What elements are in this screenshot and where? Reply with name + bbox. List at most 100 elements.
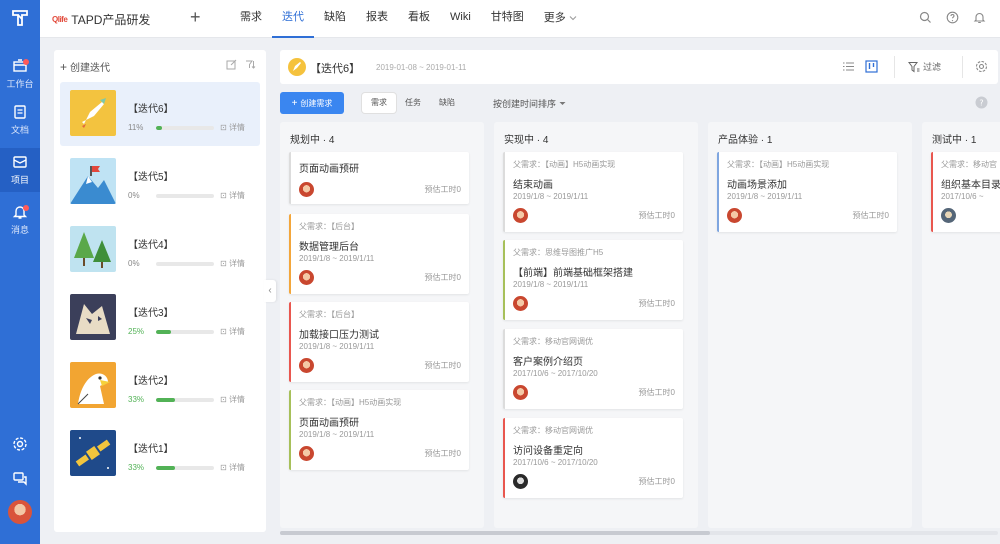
iteration-card[interactable]: 【迭代4】 0% ⊡ 详情 [60, 218, 260, 282]
task-card[interactable]: 父需求：【后台】 数据管理后台 2019/1/8 ~ 2019/1/11 预估工… [289, 214, 469, 294]
rail-item-project[interactable]: 项目 [0, 148, 40, 192]
user-avatar [8, 500, 32, 524]
board-view-icon[interactable] [865, 60, 878, 73]
task-dates: 2017/10/6 ~ [941, 192, 984, 201]
chevron-down-icon [569, 16, 577, 21]
list-view-icon[interactable] [842, 60, 855, 73]
task-parent: 父需求：思维导图推广H5 [513, 248, 604, 257]
iteration-card[interactable]: 【迭代2】 33% ⊡ 详情 [60, 354, 260, 418]
nav-more-label: 更多 [543, 12, 566, 24]
filter-sort-icon[interactable] [245, 59, 256, 70]
tab-bugs[interactable]: 缺陷 [430, 93, 464, 113]
iteration-detail-link[interactable]: ⊡ 详情 [220, 394, 245, 405]
project-switcher[interactable]: Qlife TAPD产品研发 [52, 11, 150, 28]
left-rail: 工作台 文档 项目 消息 [0, 0, 40, 544]
task-estimate: 预估工时0 [424, 449, 461, 458]
iteration-progress-text: 11% [128, 123, 144, 132]
rail-settings[interactable] [0, 436, 40, 452]
collapse-panel-button[interactable]: ‹ [264, 280, 276, 302]
task-title: 动画场景添加 [727, 180, 787, 191]
column-planning: 规划中 · 4 页面动画预研 预估工时0 父需求：【后台】 数据管理后台 201… [280, 122, 484, 528]
assignee-avatar [513, 385, 528, 400]
top-right-icons [919, 11, 986, 24]
iteration-progress-text: 25% [128, 327, 145, 336]
iteration-card[interactable]: 【迭代3】 25% ⊡ 详情 [60, 286, 260, 350]
trees-thumbnail [70, 226, 116, 272]
iteration-name: 【迭代6】 [128, 104, 174, 115]
rail-item-document[interactable]: 文档 [0, 98, 40, 142]
task-card[interactable]: 父需求：【动画】H5动画实现 结束动画 2019/1/8 ~ 2019/1/11… [503, 152, 683, 232]
caret-down-icon [559, 102, 566, 105]
task-card[interactable]: 页面动画预研 预估工时0 [289, 152, 469, 204]
iteration-detail-link[interactable]: ⊡ 详情 [220, 122, 245, 133]
nav-tab-reports[interactable]: 报表 [356, 0, 398, 38]
task-card[interactable]: 父需求：移动官网调优 客户案例介绍页 2017/10/6 ~ 2017/10/2… [503, 329, 683, 409]
iteration-card[interactable]: 【迭代6】 11% ⊡ 详情 [60, 82, 260, 146]
board-horizontal-scrollbar[interactable] [280, 531, 998, 535]
assignee-avatar [513, 208, 528, 223]
task-card[interactable]: 父需求：【动画】H5动画实现 动画场景添加 2019/1/8 ~ 2019/1/… [717, 152, 897, 232]
create-story-button[interactable]: + 创建需求 [280, 92, 344, 114]
task-title: 结束动画 [513, 180, 553, 191]
main-nav: 需求 迭代 缺陷 报表 看板 Wiki 甘特图 更多 [230, 0, 587, 38]
scrollbar-thumb[interactable] [280, 531, 710, 535]
nav-tab-stories[interactable]: 需求 [230, 0, 272, 38]
add-icon[interactable]: + [190, 8, 201, 26]
iteration-detail-link[interactable]: ⊡ 详情 [220, 326, 245, 337]
iteration-detail-link[interactable]: ⊡ 详情 [220, 258, 245, 269]
sort-dropdown[interactable]: 按创建时间排序 [493, 97, 566, 110]
column-product-review: 产品体验 · 1 父需求：【动画】H5动画实现 动画场景添加 2019/1/8 … [708, 122, 912, 528]
notification-bell-icon[interactable] [973, 11, 986, 24]
task-title: 客户案例介绍页 [513, 357, 583, 368]
nav-more[interactable]: 更多 [534, 0, 587, 38]
detail-label: 详情 [228, 259, 245, 268]
filter-icon [908, 61, 920, 72]
satellite-thumbnail [70, 430, 116, 476]
nav-tab-board[interactable]: 看板 [398, 0, 440, 38]
document-icon [14, 105, 26, 119]
filter-button[interactable]: 过滤 [908, 60, 941, 73]
iteration-card[interactable]: 【迭代5】 0% ⊡ 详情 [60, 150, 260, 214]
iteration-detail-link[interactable]: ⊡ 详情 [220, 190, 245, 201]
nav-tab-bugs[interactable]: 缺陷 [314, 0, 356, 38]
chat-icon [13, 472, 27, 486]
rail-chat[interactable] [0, 470, 40, 486]
progress-fill [156, 466, 176, 470]
rail-item-workbench[interactable]: 工作台 [0, 52, 40, 96]
column-in-progress: 实现中 · 4 父需求：【动画】H5动画实现 结束动画 2019/1/8 ~ 2… [494, 122, 698, 528]
create-iteration-button[interactable]: + 创建迭代 [60, 59, 110, 75]
nav-tab-gantt[interactable]: 甘特图 [481, 0, 534, 38]
task-parent: 父需求：【动画】H5动画实现 [299, 398, 402, 407]
task-card[interactable]: 父需求：思维导图推广H5 【前端】前端基础框架搭建 2019/1/8 ~ 201… [503, 240, 683, 320]
assignee-avatar [299, 182, 314, 197]
search-icon[interactable] [919, 11, 932, 24]
task-card[interactable]: 父需求：【后台】 加载接口压力测试 2019/1/8 ~ 2019/1/11 预… [289, 302, 469, 382]
nav-tab-iterations[interactable]: 迭代 [272, 0, 314, 38]
project-name: TAPD产品研发 [71, 13, 151, 27]
gear-icon[interactable] [975, 60, 988, 73]
column-title: 产品体验 · 1 [718, 135, 773, 146]
iteration-card[interactable]: 【迭代1】 33% ⊡ 详情 [60, 422, 260, 486]
mountain-thumbnail [70, 158, 116, 204]
task-card[interactable]: 父需求：移动官 组织基本目录 2017/10/6 ~ [931, 152, 1000, 232]
task-dates: 2019/1/8 ~ 2019/1/11 [727, 192, 803, 201]
help-circle-icon[interactable]: ? [975, 96, 988, 109]
board-toolbar: + 创建需求 需求 任务 缺陷 按创建时间排序 ? [280, 92, 998, 116]
sprint-dates: 2019-01-08 ~ 2019-01-11 [376, 63, 467, 72]
task-parent: 父需求：【动画】H5动画实现 [513, 160, 616, 169]
rail-user[interactable] [0, 500, 40, 524]
help-circle-icon[interactable] [946, 11, 959, 24]
tab-tasks[interactable]: 任务 [396, 93, 430, 113]
iteration-list-panel: + 创建迭代 【迭代6】 11% ⊡ 详情 【迭代5】 0% ⊡ 详情 【迭代4… [54, 50, 266, 532]
task-estimate: 预估工时0 [638, 211, 675, 220]
edit-icon[interactable] [226, 59, 237, 70]
iteration-progress-text: 0% [128, 259, 140, 268]
nav-tab-wiki[interactable]: Wiki [440, 0, 481, 38]
work-item-type-tabs: 需求 任务 缺陷 [362, 93, 464, 113]
iteration-detail-link[interactable]: ⊡ 详情 [220, 462, 245, 473]
tapd-logo-icon[interactable] [10, 8, 30, 28]
task-card[interactable]: 父需求：【动画】H5动画实现 页面动画预研 2019/1/8 ~ 2019/1/… [289, 390, 469, 470]
task-card[interactable]: 父需求：移动官网调优 访问设备重定向 2017/10/6 ~ 2017/10/2… [503, 418, 683, 498]
rail-item-message[interactable]: 消息 [0, 198, 40, 242]
tab-stories[interactable]: 需求 [362, 93, 396, 113]
